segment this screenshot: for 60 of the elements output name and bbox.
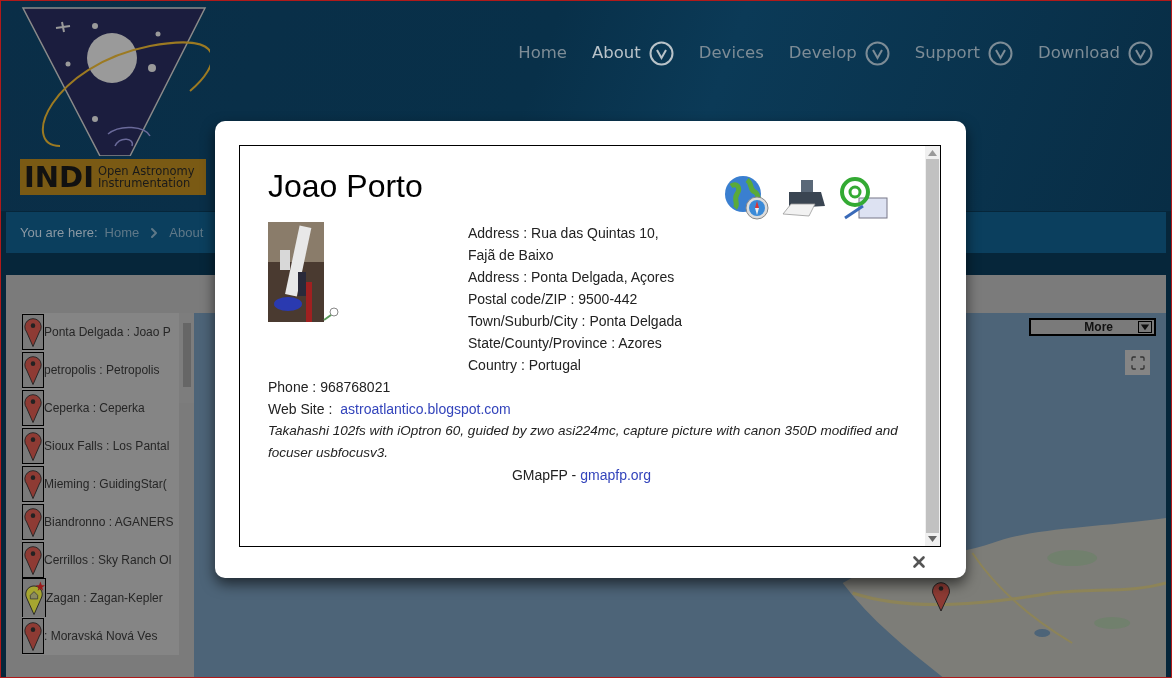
scrollbar[interactable]	[925, 146, 940, 546]
location-item[interactable]: Zagan : Zagan-Kepler	[22, 579, 179, 617]
address-line: Address : Ponta Delgada, Açores	[468, 268, 676, 287]
map-pin-icon	[22, 466, 44, 502]
nav-link[interactable]: Develop	[788, 41, 857, 66]
map-pin-icon	[22, 428, 44, 464]
nav-link[interactable]: Download	[1037, 41, 1120, 66]
location-item[interactable]: : Moravská Nová Ves	[22, 617, 179, 655]
website-link[interactable]: astroatlantico.blogspot.com	[340, 398, 511, 420]
fullscreen-icon	[1129, 354, 1146, 371]
map-pin-icon	[22, 352, 44, 388]
globe-compass-icon[interactable]	[723, 174, 771, 222]
nav-link[interactable]: Devices	[698, 41, 764, 66]
location-item[interactable]: Ceperka : Ceperka	[22, 389, 179, 427]
breadcrumb-link[interactable]: Home	[104, 222, 140, 243]
nav-link[interactable]: About	[591, 41, 641, 66]
scroll-down-icon[interactable]	[928, 536, 937, 542]
home-pin-icon	[22, 578, 46, 618]
nav-link[interactable]: Home	[518, 41, 567, 66]
location-item[interactable]: Sioux Falls : Los Pantal	[22, 427, 179, 465]
contact-name: Joao Porto	[268, 167, 423, 206]
chevron-down-icon[interactable]	[864, 41, 890, 66]
magnifier-icon[interactable]	[322, 306, 340, 322]
logo-tagline: Instrumentation	[97, 177, 191, 189]
address-line: Country : Portugal	[468, 356, 582, 375]
map-marker-icon	[931, 579, 951, 613]
location-item[interactable]: Cerrillos : Sky Ranch Ol	[22, 541, 179, 579]
logo-tagline: Open Astronomy	[97, 165, 195, 177]
caret-down-icon	[1138, 321, 1152, 333]
map-pin-icon	[22, 390, 44, 426]
website-label: Web Site :	[268, 400, 333, 419]
breadcrumb-link[interactable]: About	[169, 222, 204, 243]
chevron-down-icon[interactable]	[648, 41, 674, 66]
address-line: Address : Rua das Quintas 10,	[468, 224, 660, 243]
email-icon[interactable]	[839, 174, 889, 222]
description: Takahashi 102fs with iOptron 60, guided by zwo asi224mc, capture picture with canon 350D modified and focuser usbfocusv3.	[268, 422, 899, 462]
credit-label: GMapFP -	[511, 466, 577, 485]
map-pin-icon	[22, 504, 44, 540]
breadcrumb-label: You are here:	[20, 223, 98, 242]
credit-link[interactable]: gmapfp.org	[580, 464, 652, 486]
map-pin-icon	[22, 618, 44, 654]
address-line: Town/Suburb/City : Ponta Delgada	[468, 312, 682, 331]
map-pin-icon	[22, 314, 44, 350]
more-dropdown[interactable]: More	[1029, 318, 1156, 336]
logo-mark: INDI	[24, 162, 94, 192]
map-pin-icon	[22, 542, 44, 578]
location-item[interactable]: Ponta Delgada : Joao P	[22, 313, 179, 351]
nav-link[interactable]: Support	[914, 41, 980, 66]
phone-number: Phone : 968768021	[268, 378, 392, 397]
address-line: Postal code/ZIP : 9500-442	[468, 290, 639, 309]
location-item[interactable]: Mieming : GuidingStar(	[22, 465, 179, 503]
chevron-down-icon[interactable]	[987, 41, 1013, 66]
address-line: Fajã de Baixo	[468, 246, 555, 265]
scroll-up-icon[interactable]	[928, 150, 937, 156]
close-button[interactable]	[910, 553, 928, 571]
chevron-down-icon[interactable]	[1128, 41, 1153, 66]
location-item[interactable]: petropolis : Petropolis	[22, 351, 179, 389]
location-item[interactable]: Biandronno : AGANERS	[22, 503, 179, 541]
fullscreen-button[interactable]	[1125, 350, 1150, 375]
address-line: State/County/Province : Azores	[468, 334, 663, 353]
